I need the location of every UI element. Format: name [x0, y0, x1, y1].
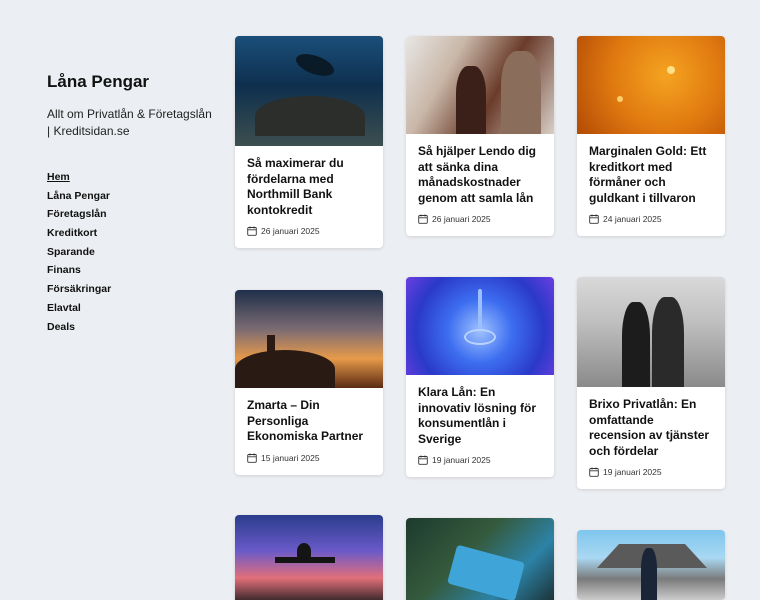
man-building-image[interactable] [577, 530, 725, 600]
main-nav: Hem Låna Pengar Företagslån Kreditkort S… [47, 170, 217, 338]
nav-item-forsakringar[interactable]: Försäkringar [47, 282, 217, 301]
post-date-text: 26 januari 2025 [261, 226, 320, 236]
post-card[interactable]: Klara Lån: En innovativ lösning för kons… [406, 277, 554, 477]
post-date: 26 januari 2025 [247, 226, 371, 236]
gold-bubbles-image[interactable] [577, 36, 725, 134]
post-card[interactable] [577, 530, 725, 600]
nav-item-elavtal[interactable]: Elavtal [47, 301, 217, 320]
post-card[interactable]: Zmarta – Din Personliga Ekonomiska Partn… [235, 290, 383, 475]
nav-item-hem[interactable]: Hem [47, 170, 217, 189]
post-title[interactable]: Klara Lån: En innovativ lösning för kons… [418, 385, 542, 447]
people-image[interactable] [406, 36, 554, 134]
nav-item-finans[interactable]: Finans [47, 263, 217, 282]
post-card[interactable] [406, 518, 554, 600]
post-date: 19 januari 2025 [418, 455, 542, 465]
post-date: 19 januari 2025 [589, 467, 713, 477]
nav-item-lana-pengar[interactable]: Låna Pengar [47, 189, 217, 208]
post-card[interactable]: Marginalen Gold: Ett kreditkort med förm… [577, 36, 725, 236]
post-title[interactable]: Så maximerar du fördelarna med Northmill… [247, 156, 371, 218]
water-drop-image[interactable] [406, 277, 554, 375]
women-phone-image[interactable] [577, 277, 725, 387]
post-date: 26 januari 2025 [418, 214, 542, 224]
post-date-text: 19 januari 2025 [603, 467, 662, 477]
post-card[interactable]: Brixo Privatlån: En omfattande recension… [577, 277, 725, 489]
post-date-text: 19 januari 2025 [432, 455, 491, 465]
post-date: 24 januari 2025 [589, 214, 713, 224]
calendar-icon [589, 214, 599, 224]
nav-item-kreditkort[interactable]: Kreditkort [47, 226, 217, 245]
calendar-icon [247, 226, 257, 236]
post-date-text: 15 januari 2025 [261, 452, 320, 463]
calendar-icon [418, 455, 428, 465]
post-title[interactable]: Marginalen Gold: Ett kreditkort med förm… [589, 144, 713, 206]
calendar-icon [418, 214, 428, 224]
sidebar: Låna Pengar Allt om Privatlån & Företags… [47, 72, 217, 338]
post-title[interactable]: Så hjälper Lendo dig att sänka dina måna… [418, 144, 542, 206]
sunset-castle-image[interactable] [235, 290, 383, 388]
credit-card-hand-image[interactable] [406, 518, 554, 600]
diver-image[interactable] [235, 36, 383, 146]
post-date: 15 januari 2025 [247, 453, 371, 463]
post-title[interactable]: Zmarta – Din Personliga Ekonomiska Partn… [247, 398, 371, 445]
post-card[interactable]: Så maximerar du fördelarna med Northmill… [235, 36, 383, 248]
calendar-icon [589, 467, 599, 477]
post-card[interactable]: Så hjälper Lendo dig att sänka dina måna… [406, 36, 554, 236]
bench-sunset-image[interactable] [235, 515, 383, 600]
calendar-icon [247, 453, 257, 463]
nav-item-deals[interactable]: Deals [47, 320, 217, 339]
post-date-text: 24 januari 2025 [603, 214, 662, 224]
post-title[interactable]: Brixo Privatlån: En omfattande recension… [589, 397, 713, 459]
nav-item-foretagslan[interactable]: Företagslån [47, 207, 217, 226]
post-card[interactable] [235, 515, 383, 600]
post-date-text: 26 januari 2025 [432, 214, 491, 224]
nav-item-sparande[interactable]: Sparande [47, 245, 217, 264]
site-title[interactable]: Låna Pengar [47, 72, 217, 92]
site-description: Allt om Privatlån & Företagslån | Kredit… [47, 107, 212, 138]
